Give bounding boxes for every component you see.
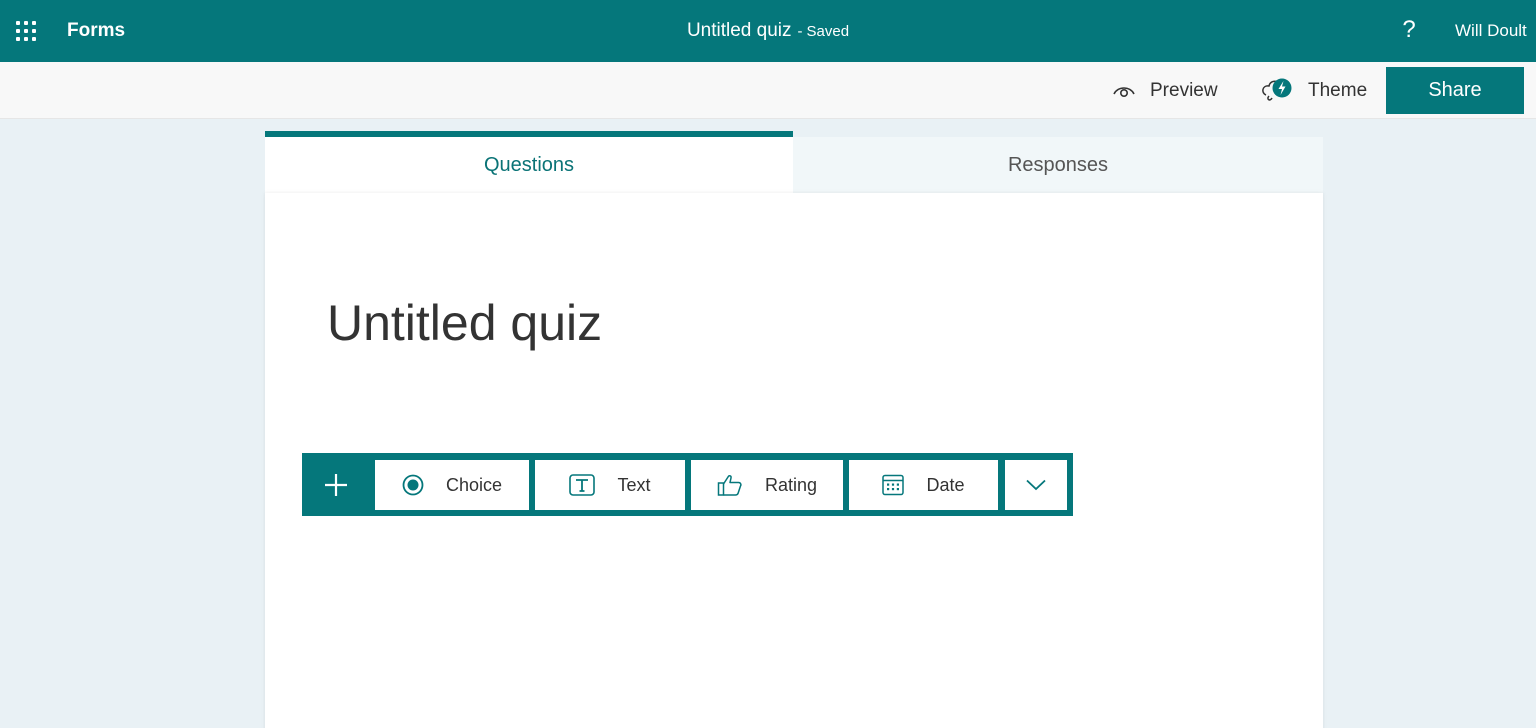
help-button[interactable]: ?	[1396, 16, 1422, 46]
add-rating-question-button[interactable]: Rating	[691, 460, 843, 510]
plus-icon	[324, 473, 347, 496]
top-header-bar: Forms Untitled quiz - Saved ? Will Doult	[0, 0, 1536, 62]
command-bar: Preview Theme	[0, 62, 1536, 119]
user-account-name[interactable]: Will Doult	[1455, 21, 1527, 41]
document-title-area: Untitled quiz - Saved	[0, 20, 1536, 42]
theme-button[interactable]: Theme	[1260, 62, 1367, 119]
date-label: Date	[926, 474, 965, 495]
rating-label: Rating	[764, 474, 818, 495]
add-text-question-button[interactable]: Text	[535, 460, 685, 510]
title-separator: -	[797, 23, 803, 40]
thumbs-up-icon	[717, 475, 742, 496]
quiz-title[interactable]: Untitled quiz	[327, 294, 602, 352]
text-box-icon	[569, 474, 596, 496]
eye-icon	[1113, 86, 1135, 97]
calendar-icon	[882, 474, 905, 496]
theme-label: Theme	[1308, 79, 1368, 101]
more-question-types-button[interactable]	[1005, 460, 1067, 510]
add-date-question-button[interactable]: Date	[849, 460, 998, 510]
preview-button[interactable]: Preview	[1112, 62, 1218, 119]
add-new-question-button[interactable]	[302, 453, 369, 516]
add-choice-question-button[interactable]: Choice	[375, 460, 529, 510]
document-title[interactable]: Untitled quiz	[687, 20, 792, 41]
theme-palette-icon	[1262, 78, 1292, 101]
tab-responses[interactable]: Responses	[793, 137, 1323, 193]
save-status: Saved	[806, 23, 850, 40]
tab-questions[interactable]: Questions	[265, 131, 793, 193]
share-button[interactable]: Share	[1386, 67, 1524, 114]
app-name[interactable]: Forms	[67, 20, 125, 42]
text-label: Text	[617, 474, 651, 495]
app-launcher-icon[interactable]	[10, 15, 42, 47]
preview-label: Preview	[1150, 79, 1218, 101]
radio-icon	[402, 474, 424, 496]
chevron-down-icon	[1026, 479, 1046, 491]
choice-label: Choice	[445, 474, 503, 495]
